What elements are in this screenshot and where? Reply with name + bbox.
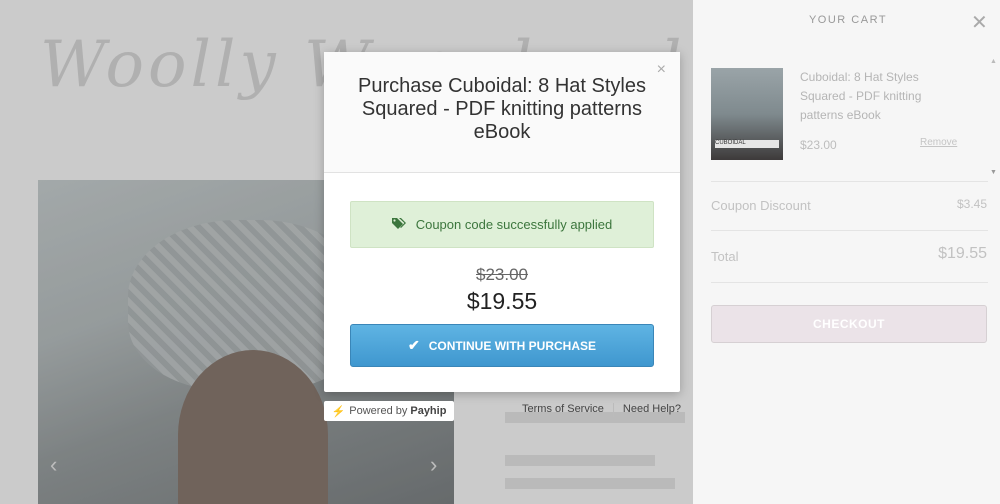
cart-item-price: $23.00 (800, 138, 837, 152)
divider (711, 282, 988, 283)
powered-brand: Payhip (410, 405, 447, 417)
original-price: $23.00 (476, 265, 528, 284)
check-icon: ✔ (407, 337, 420, 353)
terms-link[interactable]: Terms of Service (513, 403, 613, 417)
help-link[interactable]: Need Help? (614, 403, 690, 417)
coupon-success-alert: Coupon code successfully applied (350, 201, 654, 248)
total-value: $19.55 (938, 245, 987, 262)
coupon-discount-label: Coupon Discount (711, 198, 811, 213)
remove-item-link[interactable]: Remove (920, 137, 957, 148)
coupon-discount-value: $3.45 (956, 197, 987, 211)
continue-purchase-button[interactable]: ✔ CONTINUE WITH PURCHASE (350, 324, 654, 367)
modal-title: Purchase Cuboidal: 8 Hat Styles Squared … (358, 74, 646, 143)
cart-panel: YOUR CART ✕ ▲ CUBOIDAL Cuboidal: 8 Hat S… (693, 0, 1000, 504)
scroll-down-icon[interactable]: ▼ (990, 169, 997, 176)
close-icon[interactable]: × (657, 61, 666, 79)
powered-prefix: Powered by (349, 405, 408, 417)
modal-footer-links: Terms of Service Need Help? (513, 403, 690, 417)
bolt-icon: ⚡ (331, 405, 346, 418)
divider (711, 230, 988, 231)
close-icon[interactable]: ✕ (971, 10, 988, 35)
scroll-up-icon[interactable]: ▲ (990, 58, 997, 65)
checkout-button[interactable]: CHECKOUT (711, 305, 987, 343)
purchase-modal: Purchase Cuboidal: 8 Hat Styles Squared … (324, 52, 680, 392)
tag-icon (391, 217, 408, 233)
cart-title: YOUR CART (808, 14, 888, 26)
cart-item-thumbnail: CUBOIDAL (711, 68, 783, 160)
discounted-price: $19.55 (466, 288, 538, 314)
cart-item-name: Cuboidal: 8 Hat Styles Squared - PDF kni… (800, 70, 922, 122)
powered-by-badge[interactable]: ⚡ Powered by Payhip (324, 401, 454, 421)
divider (711, 181, 988, 182)
thumbnail-label: CUBOIDAL (715, 140, 779, 148)
total-label: Total (711, 249, 739, 264)
coupon-message: Coupon code successfully applied (415, 217, 613, 232)
modal-header: Purchase Cuboidal: 8 Hat Styles Squared … (324, 52, 680, 173)
continue-purchase-label: CONTINUE WITH PURCHASE (428, 338, 597, 353)
